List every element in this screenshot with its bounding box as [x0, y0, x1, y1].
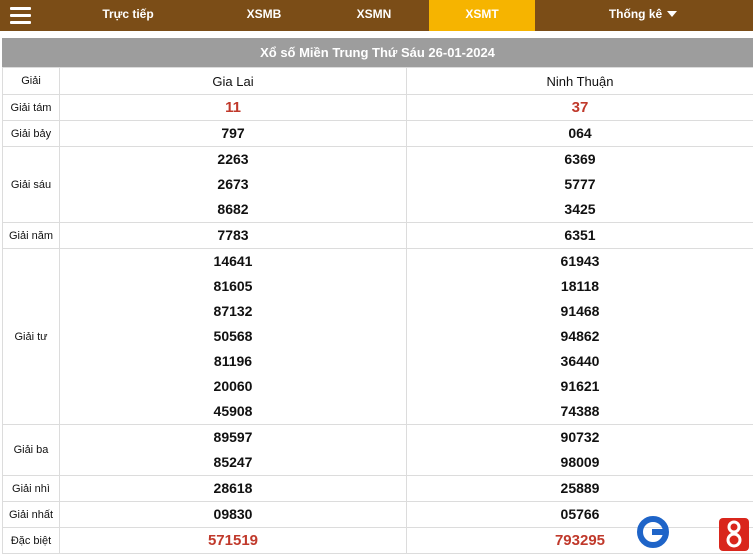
prize-number: 89597: [213, 429, 253, 445]
prize-number: 8682: [217, 201, 249, 217]
header-prize-label: Giải: [2, 67, 60, 95]
ninh-thuan-cell: 064: [406, 120, 753, 147]
prize-number: 25889: [560, 480, 600, 496]
prize-number: 20060: [213, 378, 253, 394]
prize-number: 98009: [560, 454, 600, 470]
prize-number: 2673: [217, 176, 249, 192]
top-nav: Trực tiếp XSMB XSMN XSMT Thống kê: [0, 0, 753, 31]
header-province-ninh-thuan: Ninh Thuận: [406, 67, 753, 95]
prize-label: Giải bảy: [2, 120, 60, 147]
prize-label: Giải sáu: [2, 146, 60, 223]
nav-xsmn[interactable]: XSMN: [326, 0, 422, 31]
prize-number: 797: [221, 125, 245, 141]
prize-number: 61943: [560, 253, 600, 269]
prize-number: 94862: [560, 328, 600, 344]
prize-number: 87132: [213, 303, 253, 319]
prize-number: 74388: [560, 403, 600, 419]
prize-number: 3425: [564, 201, 596, 217]
prize-row: Giải bảy 797 064: [2, 120, 753, 147]
prize-row: Giải sáu 2263 2673 8682 6369 5777 3425: [2, 146, 753, 223]
gia-lai-cell: 797: [59, 120, 407, 147]
prize-number: 18118: [560, 278, 600, 294]
prize-number: 14641: [213, 253, 253, 269]
prize-number: 45908: [213, 403, 253, 419]
prize-label: Giải ba: [2, 424, 60, 476]
prize-number: 91621: [560, 378, 600, 394]
prize-number: 36440: [560, 353, 600, 369]
gia-lai-cell: 2263 2673 8682: [59, 146, 407, 223]
prize-number: 09830: [213, 506, 253, 522]
prize-number: 50568: [213, 328, 253, 344]
prize-label: Giải năm: [2, 222, 60, 249]
gia-lai-cell: 11: [59, 94, 407, 121]
prize-label: Giải nhất: [2, 501, 60, 528]
prize-number: 5777: [564, 176, 596, 192]
nav-xsmb[interactable]: XSMB: [216, 0, 312, 31]
prize-row: Giải tám 11 37: [2, 94, 753, 121]
prize-number: 85247: [213, 454, 253, 470]
ninh-thuan-cell: 61943 18118 91468 94862 36440 91621 74388: [406, 248, 753, 425]
ninh-thuan-cell: 90732 98009: [406, 424, 753, 476]
ninh-thuan-cell: 25889: [406, 475, 753, 502]
chevron-down-icon: [667, 10, 678, 17]
prize-number: 064: [568, 125, 592, 141]
prize-number: 6369: [564, 151, 596, 167]
prize-number: 6351: [564, 227, 596, 243]
prize-number: 2263: [217, 151, 249, 167]
nav-xsmt[interactable]: XSMT: [429, 0, 535, 31]
table-header-row: Giải Gia Lai Ninh Thuận: [2, 67, 753, 95]
prize-number: 7783: [217, 227, 249, 243]
nav-truc-tiep[interactable]: Trực tiếp: [80, 0, 176, 31]
gia-lai-cell: 571519: [59, 527, 407, 554]
gia-lai-cell: 7783: [59, 222, 407, 249]
nav-thong-ke-label: Thống kê: [608, 7, 663, 21]
gia-lai-cell: 09830: [59, 501, 407, 528]
prize-number: 28618: [213, 480, 253, 496]
hamburger-menu-icon[interactable]: [10, 7, 31, 24]
prize-number: 81196: [213, 353, 253, 369]
nav-thong-ke[interactable]: Thống kê: [590, 0, 696, 31]
prize-number: 91468: [560, 303, 600, 319]
prize-number: 90732: [560, 429, 600, 445]
prize-number: 571519: [207, 532, 259, 549]
prize-number: 37: [571, 99, 589, 116]
prize-label: Giải nhì: [2, 475, 60, 502]
prize-row: Giải năm 7783 6351: [2, 222, 753, 249]
result-table: Giải Gia Lai Ninh Thuận Giải tám 11 37 Giải…: [2, 67, 753, 554]
header-province-gia-lai: Gia Lai: [59, 67, 407, 95]
watermark-logo-icon: [637, 516, 749, 551]
prize-label: Đặc biệt: [2, 527, 60, 554]
result-title: Xổ số Miền Trung Thứ Sáu 26-01-2024: [2, 38, 753, 67]
ninh-thuan-cell: 37: [406, 94, 753, 121]
ninh-thuan-cell: 6351: [406, 222, 753, 249]
prize-label: Giải tám: [2, 94, 60, 121]
prize-number: 11: [225, 99, 241, 116]
ninh-thuan-cell: 6369 5777 3425: [406, 146, 753, 223]
prize-row: Giải ba 89597 85247 90732 98009: [2, 424, 753, 476]
gia-lai-cell: 89597 85247: [59, 424, 407, 476]
gia-lai-cell: 14641 81605 87132 50568 81196 20060 45908: [59, 248, 407, 425]
gia-lai-cell: 28618: [59, 475, 407, 502]
prize-row: Giải tư 14641 81605 87132 50568 81196 20060 459…: [2, 248, 753, 425]
prize-label: Giải tư: [2, 248, 60, 425]
prize-row: Giải nhì 28618 25889: [2, 475, 753, 502]
prize-number: 81605: [213, 278, 253, 294]
